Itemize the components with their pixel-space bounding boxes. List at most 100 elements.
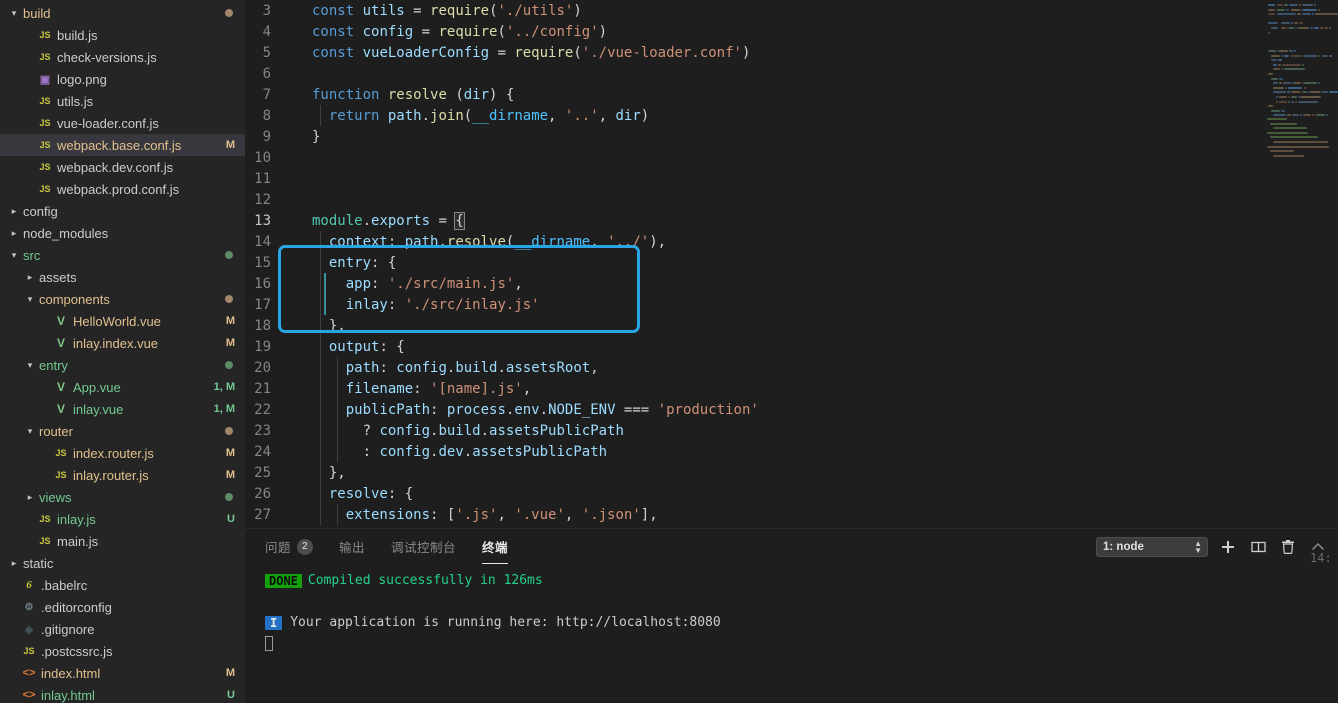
chevron-down-icon[interactable]: ▾: [24, 288, 36, 310]
explorer-item--babelrc[interactable]: 6 .babelrc: [0, 574, 245, 596]
code-line[interactable]: 27 extensions: ['.js', '.vue', '.json'],: [245, 504, 1338, 525]
js-file-icon: JS: [39, 514, 51, 524]
explorer-item-webpack-base-conf-js[interactable]: JS webpack.base.conf.js M: [0, 134, 245, 156]
code-line[interactable]: 14 context: path.resolve(__dirname, '../…: [245, 231, 1338, 252]
chevron-right-icon[interactable]: ▸: [8, 552, 20, 574]
code-line[interactable]: 7 function resolve (dir) {: [245, 84, 1338, 105]
explorer-item-views[interactable]: ▸ views: [0, 486, 245, 508]
minimap-line-segment: [1273, 114, 1287, 117]
code-token: require: [438, 23, 498, 40]
code-line[interactable]: 15 entry: {: [245, 252, 1338, 273]
explorer-item-label: utils.js: [57, 93, 94, 109]
explorer-item-build-js[interactable]: JS build.js: [0, 24, 245, 46]
explorer-item-entry[interactable]: ▾ entry: [0, 354, 245, 376]
code-line[interactable]: 3 const utils = require('./utils'): [245, 0, 1338, 21]
explorer-item-utils-js[interactable]: JS utils.js: [0, 90, 245, 112]
explorer-item-check-versions-js[interactable]: JS check-versions.js: [0, 46, 245, 68]
explorer-item-assets[interactable]: ▸ assets: [0, 266, 245, 288]
code-line[interactable]: 21 filename: '[name].js',: [245, 378, 1338, 399]
explorer-item-main-js[interactable]: JS main.js: [0, 530, 245, 552]
code-line[interactable]: 9}: [245, 126, 1338, 147]
explorer-item-inlay-js[interactable]: JS inlay.js U: [0, 508, 245, 530]
code-token: join: [430, 107, 464, 124]
explorer-item-inlay-router-js[interactable]: JS inlay.router.js M: [0, 464, 245, 486]
code-line[interactable]: 18 },: [245, 315, 1338, 336]
code-line[interactable]: 17 inlay: './src/inlay.js': [245, 294, 1338, 315]
explorer-item-logo-png[interactable]: ▣ logo.png: [0, 68, 245, 90]
code-line[interactable]: 24 : config.dev.assetsPublicPath: [245, 441, 1338, 462]
code-line[interactable]: 11: [245, 168, 1338, 189]
terminal-selector[interactable]: 1: node ▲ ▼: [1096, 536, 1208, 557]
code-line[interactable]: 5 const vueLoaderConfig = require('./vue-…: [245, 42, 1338, 63]
code-line[interactable]: 4 const config = require('../config'): [245, 21, 1338, 42]
explorer-item-components[interactable]: ▾ components: [0, 288, 245, 310]
explorer-item-inlay-vue[interactable]: Vinlay.vue 1, M: [0, 398, 245, 420]
explorer-item-inlay-index-vue[interactable]: Vinlay.index.vue M: [0, 332, 245, 354]
explorer-item-helloworld-vue[interactable]: V HelloWorld.vue M: [0, 310, 245, 332]
code-token: __dirname: [472, 107, 549, 124]
explorer-item-inlay-html[interactable]: <> inlay.html U: [0, 684, 245, 703]
chevron-right-icon[interactable]: ▸: [24, 266, 36, 288]
terminal-output[interactable]: DONE Compiled successfully in 126ms I Your …: [245, 564, 1338, 703]
code-line-text: publicPath: process.env.NODE_ENV === 'pr…: [292, 402, 759, 418]
chevron-down-icon[interactable]: ▾: [24, 420, 36, 442]
code-token: '[name].js': [430, 380, 523, 397]
minimap-line-segment: [1329, 54, 1332, 57]
explorer-item-webpack-dev-conf-js[interactable]: JS webpack.dev.conf.js: [0, 156, 245, 178]
code-editor[interactable]: 3 const utils = require('./utils') 4 const …: [245, 0, 1338, 528]
explorer-item-router[interactable]: ▾ router: [0, 420, 245, 442]
code-line[interactable]: 26 resolve: {: [245, 483, 1338, 504]
code-line[interactable]: 23 ? config.build.assetsPublicPath: [245, 420, 1338, 441]
explorer-item-node-modules[interactable]: ▸ node_modules: [0, 222, 245, 244]
split-terminal-icon[interactable]: [1248, 537, 1268, 557]
code-line[interactable]: 10: [245, 147, 1338, 168]
explorer-item-webpack-prod-conf-js[interactable]: JS webpack.prod.conf.js: [0, 178, 245, 200]
code-token: : {: [371, 254, 397, 271]
minimap-line-segment: [1284, 54, 1290, 57]
line-number: 7: [262, 86, 271, 103]
panel-tab-0[interactable]: 问题 2: [265, 529, 314, 564]
explorer-item-label: src: [23, 247, 41, 263]
panel-tab-2[interactable]: 调试控制台: [391, 529, 456, 564]
code-line[interactable]: 16 app: './src/main.js',: [245, 273, 1338, 294]
chevron-down-icon[interactable]: ▾: [8, 2, 20, 24]
folder-change-dot: [225, 295, 233, 303]
chevron-right-icon[interactable]: ▸: [8, 222, 20, 244]
add-terminal-icon[interactable]: [1218, 537, 1238, 557]
git-status-badge: M: [225, 469, 235, 481]
terminal-cursor-line[interactable]: [265, 633, 1338, 654]
code-line[interactable]: 25 },: [245, 462, 1338, 483]
explorer-item-config[interactable]: ▸ config: [0, 200, 245, 222]
code-line[interactable]: 8 return path.join(__dirname, '..', dir): [245, 105, 1338, 126]
code-line[interactable]: 12: [245, 189, 1338, 210]
code-line[interactable]: 20 path: config.build.assetsRoot,: [245, 357, 1338, 378]
code-line[interactable]: 19 output: {: [245, 336, 1338, 357]
explorer-item-src[interactable]: ▾ src: [0, 244, 245, 266]
chevron-down-icon[interactable]: ▾: [8, 244, 20, 266]
explorer-item-index-router-js[interactable]: JS index.router.js M: [0, 442, 245, 464]
explorer-item-build[interactable]: ▾ build: [0, 2, 245, 24]
chevron-right-icon[interactable]: ▸: [24, 486, 36, 508]
explorer-item-static[interactable]: ▸ static: [0, 552, 245, 574]
panel-tab-3[interactable]: 终端: [482, 529, 509, 564]
explorer-item--gitignore[interactable]: ◈ .gitignore: [0, 618, 245, 640]
code-line[interactable]: 13 module.exports = {: [245, 210, 1338, 231]
panel-action-bar[interactable]: 1: node ▲ ▼: [1096, 529, 1328, 564]
panel-tab-1[interactable]: 输出: [339, 529, 365, 564]
minimap-line-segment: [1281, 63, 1302, 66]
explorer-item-vue-loader-conf-js[interactable]: JS vue-loader.conf.js: [0, 112, 245, 134]
explorer-item-app-vue[interactable]: V App.vue 1, M: [0, 376, 245, 398]
code-token: exports: [371, 212, 431, 229]
code-token: ,: [598, 107, 616, 124]
explorer-item--postcssrc-js[interactable]: JS .postcssrc.js: [0, 640, 245, 662]
explorer-item-index-html[interactable]: <> index.html M: [0, 662, 245, 684]
code-line[interactable]: 6: [245, 63, 1338, 84]
trash-icon[interactable]: [1278, 537, 1298, 557]
explorer-item--editorconfig[interactable]: ⚙ .editorconfig: [0, 596, 245, 618]
editor-minimap[interactable]: [1262, 0, 1338, 528]
file-explorer-sidebar[interactable]: ▾ build JS build.js JS check-versions.js ▣ logo…: [0, 0, 245, 703]
code-line[interactable]: 22 publicPath: process.env.NODE_ENV === …: [245, 399, 1338, 420]
chevron-right-icon[interactable]: ▸: [8, 200, 20, 222]
chevron-down-icon[interactable]: ▾: [24, 354, 36, 376]
